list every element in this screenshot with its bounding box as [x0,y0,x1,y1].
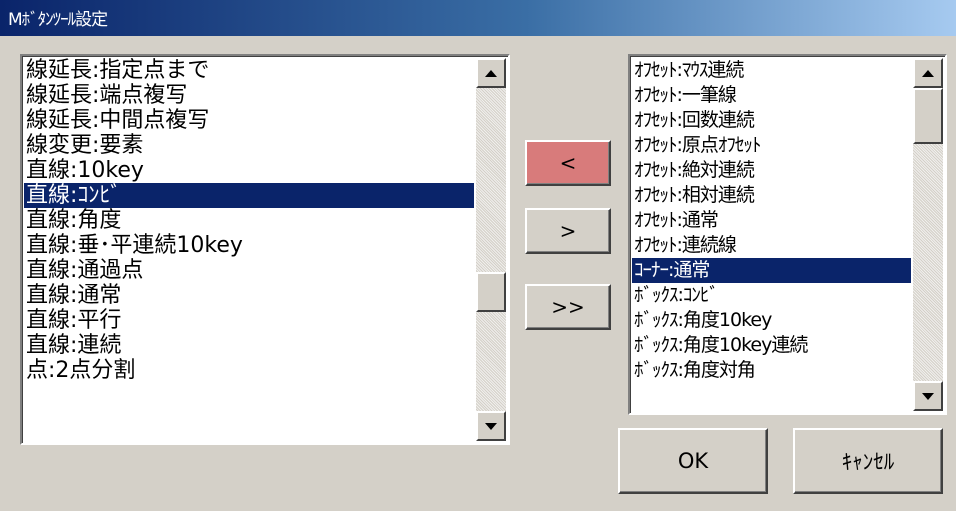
selected-tool-list-item[interactable]: ｵﾌｾｯﾄ:一筆線 [632,83,911,108]
available-tool-list-item[interactable]: 直線:連続 [24,333,474,358]
left-scroll-down-button[interactable] [476,411,506,441]
arrow-down-icon [922,392,934,400]
available-tool-list-item[interactable]: 線延長:中間点複写 [24,108,474,133]
available-tool-list-item[interactable]: 線延長:端点複写 [24,83,474,108]
arrow-down-icon [485,422,497,430]
selected-tool-list-item[interactable]: ﾎﾞｯｸｽ:ｺﾝﾋﾞ [632,283,911,308]
right-scrollbar[interactable] [913,58,943,411]
arrow-up-icon [485,69,497,77]
selected-tool-list-item[interactable]: ｵﾌｾｯﾄ:相対連続 [632,183,911,208]
cancel-label: ｷｬﾝｾﾙ [841,450,895,474]
move-right-label: > [559,219,577,243]
dialog-body: 線延長:指定点まで 線延長:端点複写 線延長:中間点複写 線変更:要素 直線:10key… [0,36,956,511]
available-tools-list[interactable]: 線延長:指定点まで 線延長:端点複写 線延長:中間点複写 線変更:要素 直線:10key… [20,54,510,445]
available-tool-list-item[interactable]: 直線:ｺﾝﾋﾞ [24,183,474,208]
selected-tool-list-item[interactable]: ﾎﾞｯｸｽ:角度10key [632,308,911,333]
available-tool-list-item[interactable]: 直線:通常 [24,283,474,308]
selected-tool-list-item[interactable]: ﾎﾞｯｸｽ:角度対角 [632,358,911,383]
move-all-right-label: >> [551,295,585,319]
available-tool-list-item[interactable]: 直線:平行 [24,308,474,333]
available-tool-list-item[interactable]: 直線:角度 [24,208,474,233]
cancel-button[interactable]: ｷｬﾝｾﾙ [793,428,943,494]
right-scroll-down-button[interactable] [913,381,943,411]
move-left-button[interactable]: < [525,140,611,186]
selected-tool-list-item[interactable]: ｵﾌｾｯﾄ:絶対連続 [632,158,911,183]
available-tool-list-item[interactable]: 点:2点分割 [24,358,474,383]
window-title: Mﾎﾞﾀﾝﾂｰﾙ設定 [8,10,108,30]
left-scroll-thumb[interactable] [476,272,506,312]
arrow-up-icon [922,69,934,77]
ok-button[interactable]: OK [618,428,768,494]
selected-tool-list-item[interactable]: ｵﾌｾｯﾄ:通常 [632,208,911,233]
title-bar: Mﾎﾞﾀﾝﾂｰﾙ設定 [0,0,956,36]
selected-tools-items: ｵﾌｾｯﾄ:ﾏｳｽ連続 ｵﾌｾｯﾄ:一筆線 ｵﾌｾｯﾄ:回数連続 ｵﾌｾｯﾄ:原点ｵﾌ… [632,58,911,411]
available-tools-items: 線延長:指定点まで 線延長:端点複写 線延長:中間点複写 線変更:要素 直線:10key… [24,58,474,441]
available-tool-list-item[interactable]: 直線:10key [24,158,474,183]
move-right-button[interactable]: > [525,208,611,254]
selected-tool-list-item[interactable]: ｺｰﾅｰ:通常 [632,258,911,283]
move-all-right-button[interactable]: >> [525,284,611,330]
right-scroll-up-button[interactable] [913,58,943,88]
left-scrollbar[interactable] [476,58,506,441]
left-scroll-up-button[interactable] [476,58,506,88]
ok-label: OK [677,449,709,473]
selected-tool-list-item[interactable]: ｵﾌｾｯﾄ:連続線 [632,233,911,258]
selected-tool-list-item[interactable]: ｵﾌｾｯﾄ:回数連続 [632,108,911,133]
selected-tool-list-item[interactable]: ｵﾌｾｯﾄ:ﾏｳｽ連続 [632,58,911,83]
move-left-label: < [559,151,577,175]
available-tool-list-item[interactable]: 直線:垂･平連続10key [24,233,474,258]
available-tool-list-item[interactable]: 線延長:指定点まで [24,58,474,83]
selected-tool-list-item[interactable]: ｵﾌｾｯﾄ:原点ｵﾌｾｯﾄ [632,133,911,158]
selected-tools-list[interactable]: ｵﾌｾｯﾄ:ﾏｳｽ連続 ｵﾌｾｯﾄ:一筆線 ｵﾌｾｯﾄ:回数連続 ｵﾌｾｯﾄ:原点ｵﾌ… [628,54,947,415]
available-tool-list-item[interactable]: 直線:通過点 [24,258,474,283]
selected-tool-list-item[interactable]: ﾎﾞｯｸｽ:角度10key連続 [632,333,911,358]
right-scroll-thumb[interactable] [913,88,943,144]
available-tool-list-item[interactable]: 線変更:要素 [24,133,474,158]
